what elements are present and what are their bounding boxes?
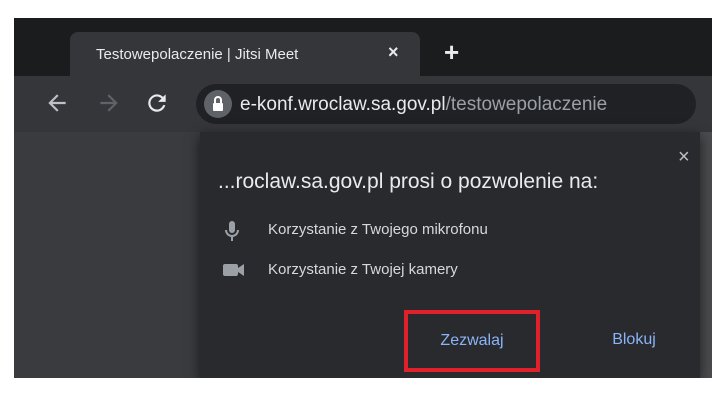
tab-title: Testowepolaczenie | Jitsi Meet	[96, 46, 299, 63]
browser-tab[interactable]: Testowepolaczenie | Jitsi Meet ×	[70, 32, 420, 76]
page-edge	[700, 132, 712, 378]
permission-label-camera: Korzystanie z Twojej kamery	[268, 261, 458, 278]
permission-popup: × ...roclaw.sa.gov.pl prosi o pozwolenie…	[200, 132, 700, 378]
block-button-label: Blokuj	[612, 331, 656, 348]
reload-icon[interactable]	[144, 90, 170, 121]
permission-label-microphone: Korzystanie z Twojego mikrofonu	[268, 221, 488, 238]
back-arrow-icon[interactable]	[44, 90, 70, 121]
camera-icon	[222, 260, 246, 285]
url-path: /testowepolaczenie	[445, 94, 608, 115]
tab-close-icon[interactable]: ×	[388, 42, 399, 63]
address-bar[interactable]: e-konf.wroclaw.sa.gov.pl/testowepolaczen…	[196, 84, 696, 124]
microphone-icon	[222, 220, 242, 247]
page-sidebar	[14, 132, 200, 378]
close-icon[interactable]: ×	[678, 146, 690, 169]
tab-strip: Testowepolaczenie | Jitsi Meet × +	[14, 18, 712, 76]
block-button[interactable]: Blokuj	[584, 320, 684, 360]
permission-title: ...roclaw.sa.gov.pl prosi o pozwolenie n…	[218, 170, 599, 193]
new-tab-button[interactable]: +	[444, 39, 459, 65]
lock-icon[interactable]	[204, 90, 232, 118]
forward-arrow-icon[interactable]	[96, 90, 122, 121]
allow-button[interactable]: Zezwalaj	[404, 310, 540, 372]
url-host: e-konf.wroclaw.sa.gov.pl	[240, 94, 446, 115]
url-text[interactable]: e-konf.wroclaw.sa.gov.pl/testowepolaczen…	[240, 94, 607, 116]
browser-window: Testowepolaczenie | Jitsi Meet × + e-kon…	[14, 18, 712, 378]
browser-toolbar: e-konf.wroclaw.sa.gov.pl/testowepolaczen…	[14, 76, 712, 132]
allow-button-label: Zezwalaj	[440, 332, 504, 349]
